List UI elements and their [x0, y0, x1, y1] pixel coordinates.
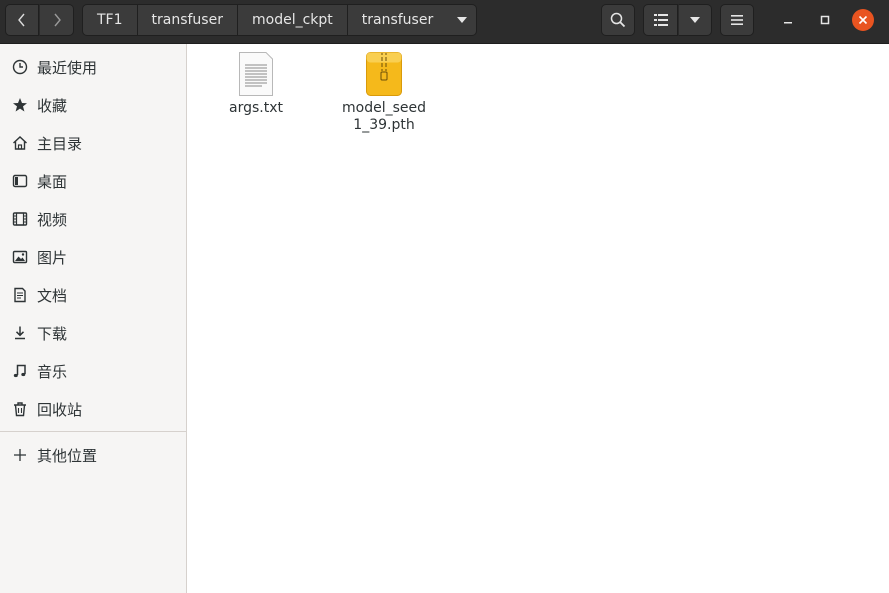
main-menu-button[interactable] — [720, 4, 754, 36]
home-icon — [11, 135, 28, 152]
sidebar-item-other-locations[interactable]: 其他位置 — [0, 436, 186, 474]
sidebar-item-label: 收藏 — [37, 96, 68, 115]
caret-down-icon — [690, 17, 700, 23]
file-name: model_seed1_39.pth — [342, 100, 426, 133]
video-icon — [11, 211, 28, 228]
archive-file-icon — [366, 52, 402, 96]
sidebar-item-label: 文档 — [37, 286, 68, 305]
hamburger-menu-icon — [731, 15, 743, 25]
sidebar-item-videos[interactable]: 视频 — [0, 200, 186, 238]
plus-icon — [11, 447, 28, 464]
forward-button[interactable] — [39, 4, 74, 36]
sidebar-item-label: 主目录 — [37, 134, 83, 153]
sidebar-item-trash[interactable]: 回收站 — [0, 390, 186, 428]
sidebar-item-music[interactable]: 音乐 — [0, 352, 186, 390]
close-icon — [858, 15, 868, 25]
breadcrumb-item-current[interactable]: transfuser — [347, 4, 448, 36]
sidebar-item-label: 音乐 — [37, 362, 68, 381]
breadcrumb-item[interactable]: transfuser — [137, 4, 238, 36]
sidebar-item-pictures[interactable]: 图片 — [0, 238, 186, 276]
document-icon — [11, 287, 28, 304]
text-file-icon — [239, 52, 273, 96]
breadcrumb-dropdown-button[interactable] — [447, 4, 478, 36]
sidebar-item-label: 其他位置 — [37, 446, 98, 465]
search-icon — [610, 12, 626, 28]
sidebar-item-recent[interactable]: 最近使用 — [0, 48, 186, 86]
sidebar-item-label: 视频 — [37, 210, 68, 229]
music-icon — [11, 363, 28, 380]
chevron-right-icon — [53, 13, 61, 27]
file-view[interactable]: args.txt model_seed1_39.pth — [188, 44, 889, 593]
close-button[interactable] — [852, 9, 874, 31]
list-view-icon — [653, 14, 668, 26]
sidebar-separator — [0, 431, 186, 432]
sidebar-item-starred[interactable]: 收藏 — [0, 86, 186, 124]
file-item[interactable]: model_seed1_39.pth — [336, 44, 432, 134]
sidebar-item-label: 下载 — [37, 324, 68, 343]
maximize-button[interactable] — [813, 8, 837, 32]
desktop-icon — [11, 173, 28, 190]
maximize-icon — [820, 15, 830, 25]
trash-icon — [11, 401, 28, 418]
file-item[interactable]: args.txt — [208, 44, 304, 117]
sidebar-item-documents[interactable]: 文档 — [0, 276, 186, 314]
minimize-button[interactable] — [776, 8, 800, 32]
list-view-button[interactable] — [643, 4, 678, 36]
back-button[interactable] — [5, 4, 39, 36]
minimize-icon — [784, 22, 792, 24]
sidebar-item-label: 桌面 — [37, 172, 68, 191]
sidebar-item-label: 图片 — [37, 248, 68, 267]
sidebar-item-label: 回收站 — [37, 400, 83, 419]
search-button[interactable] — [601, 4, 635, 36]
sidebar-item-downloads[interactable]: 下载 — [0, 314, 186, 352]
sidebar-item-desktop[interactable]: 桌面 — [0, 162, 186, 200]
star-icon — [11, 97, 28, 114]
breadcrumb-item[interactable]: TF1 — [82, 4, 138, 36]
breadcrumb-item[interactable]: model_ckpt — [237, 4, 348, 36]
sidebar: 最近使用 收藏 主目录 桌面 视频 图片 文档 下载 音乐 回收站 其他位置 — [0, 44, 187, 593]
view-options-dropdown[interactable] — [678, 4, 712, 36]
sidebar-item-label: 最近使用 — [37, 58, 98, 77]
sidebar-item-home[interactable]: 主目录 — [0, 124, 186, 162]
file-manager-window: TF1 transfuser model_ckpt transfuser 最近使… — [0, 0, 889, 593]
header-bar: TF1 transfuser model_ckpt transfuser — [0, 0, 889, 44]
file-name: args.txt — [229, 100, 283, 116]
clock-icon — [11, 59, 28, 76]
download-icon — [11, 325, 28, 342]
breadcrumb: TF1 transfuser model_ckpt transfuser — [82, 4, 478, 36]
caret-down-icon — [456, 17, 467, 23]
chevron-left-icon — [18, 13, 25, 27]
picture-icon — [11, 249, 28, 266]
